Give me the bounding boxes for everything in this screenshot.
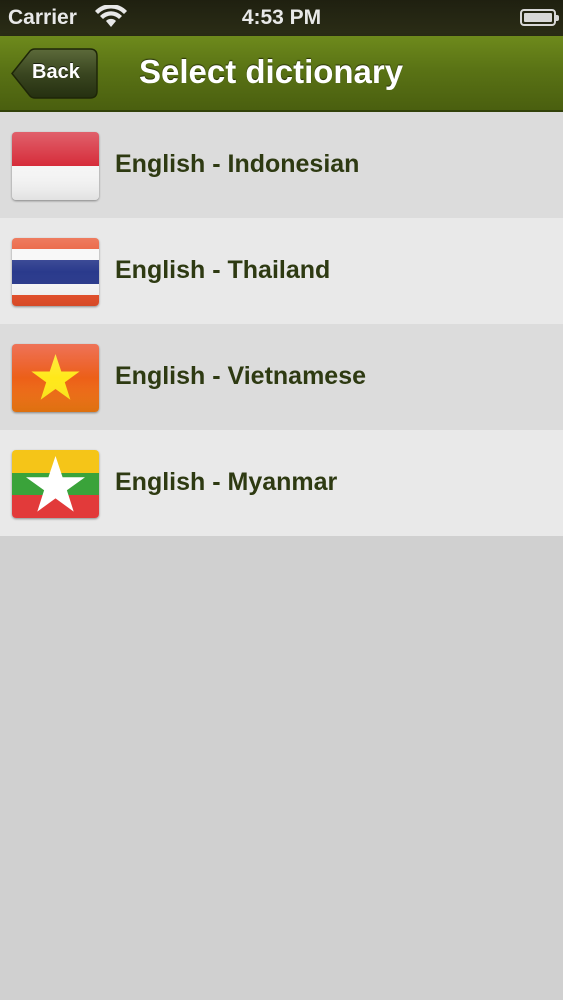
vietnam-flag-icon (12, 344, 99, 412)
dictionary-list: English - Indonesian English - Thailand (0, 112, 563, 536)
list-item-thailand[interactable]: English - Thailand (0, 218, 563, 324)
page-title: Select dictionary (139, 53, 404, 90)
myanmar-flag-icon (12, 450, 99, 518)
list-item-label: English - Thailand (115, 256, 331, 284)
list-item-label: English - Vietnamese (115, 362, 367, 390)
list-item-myanmar[interactable]: English - Myanmar (0, 430, 563, 536)
status-time: 4:53 PM (241, 6, 322, 29)
list-item-vietnamese[interactable]: English - Vietnamese (0, 324, 563, 430)
back-button-label: Back (32, 61, 80, 83)
battery-icon (520, 9, 559, 26)
indonesia-flag-icon (12, 132, 99, 200)
list-item-label: English - Myanmar (115, 468, 338, 496)
status-bar: Carrier 4:53 PM (0, 0, 563, 36)
thailand-flag-icon (12, 238, 99, 306)
back-button[interactable]: Back (10, 48, 98, 99)
navigation-bar: Back Select dictionary (0, 36, 563, 112)
list-item-indonesian[interactable]: English - Indonesian (0, 112, 563, 218)
list-item-label: English - Indonesian (115, 150, 360, 178)
